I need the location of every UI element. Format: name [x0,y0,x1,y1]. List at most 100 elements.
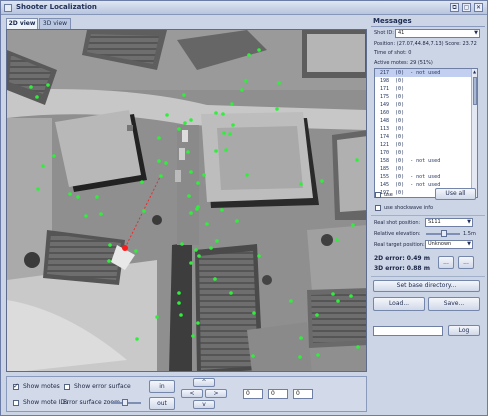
mote-marker[interactable] [84,214,88,218]
list-item[interactable]: 198 (0) [375,77,477,85]
mote-marker[interactable] [29,85,33,89]
mote-marker[interactable] [335,238,339,242]
mote-marker[interactable] [257,254,261,258]
list-item[interactable]: 175 (0) [375,93,477,101]
mote-marker[interactable] [209,246,213,250]
mote-marker[interactable] [95,195,99,199]
mote-marker[interactable] [142,209,146,213]
aerial-map[interactable] [7,30,367,372]
mote-marker[interactable] [231,123,235,127]
mote-list-scrollbar[interactable]: ▲ ▼ [471,69,477,197]
mote-marker[interactable] [189,261,193,265]
mote-marker[interactable] [189,211,193,215]
mote-marker[interactable] [41,164,45,168]
mote-marker[interactable] [289,299,293,303]
mote-marker[interactable] [315,313,319,317]
mote-marker[interactable] [197,254,201,258]
mote-marker[interactable] [299,336,303,340]
mote-marker[interactable] [177,291,181,295]
mote-marker[interactable] [221,112,225,116]
list-item[interactable]: 148 (0) [375,117,477,125]
mote-marker[interactable] [157,136,161,140]
list-item[interactable]: 149 (0) [375,101,477,109]
mote-marker[interactable] [135,337,139,341]
mote-marker[interactable] [177,301,181,305]
mote-marker[interactable] [351,223,355,227]
mote-marker[interactable] [177,127,181,131]
use-shockwave-checkbox[interactable] [375,205,381,211]
mote-marker[interactable] [299,182,303,186]
mote-marker[interactable] [202,173,206,177]
mote-marker[interactable] [316,353,320,357]
mote-marker[interactable] [257,48,261,52]
mote-marker[interactable] [182,93,186,97]
mote-marker[interactable] [331,292,335,296]
pan-left-button[interactable]: < [181,389,203,398]
mote-marker[interactable] [252,311,256,315]
mote-marker[interactable] [224,148,228,152]
save-button[interactable]: Save... [428,297,480,311]
list-item[interactable]: 170 (0) [375,149,477,157]
show-mote-ids-checkbox[interactable] [13,400,19,406]
mote-marker[interactable] [222,131,226,135]
zoom-in-button[interactable]: in [149,380,175,393]
mote-marker[interactable] [36,187,40,191]
use-checkbox[interactable] [375,192,381,198]
maximize-button[interactable]: ▢ [462,3,471,12]
shooter-marker[interactable] [122,245,128,251]
mote-marker[interactable] [134,249,138,253]
log-input[interactable] [373,326,443,336]
show-error-surface-checkbox[interactable] [64,384,70,390]
mote-marker[interactable] [214,111,218,115]
mote-marker[interactable] [277,81,281,85]
shot-id-select[interactable]: 41 ▼ [395,29,480,38]
mote-marker[interactable] [235,219,239,223]
mote-marker[interactable] [320,179,324,183]
pan-up-button[interactable]: ^ [193,378,215,387]
error-action-button-1[interactable]: ... [438,256,454,269]
tab-2d-view[interactable]: 2D view [6,18,38,29]
zoom-out-button[interactable]: out [149,397,175,410]
mote-marker[interactable] [164,161,168,165]
mote-marker[interactable] [215,239,219,243]
mote-marker[interactable] [189,170,193,174]
mote-marker[interactable] [244,79,248,83]
mote-marker[interactable] [196,321,200,325]
mote-marker[interactable] [230,102,234,106]
relative-elevation-knob[interactable] [441,230,447,237]
mote-marker[interactable] [140,180,144,184]
mote-marker[interactable] [183,121,187,125]
mote-marker[interactable] [245,173,249,177]
mote-marker[interactable] [179,313,183,317]
mote-marker[interactable] [68,192,72,196]
mote-marker[interactable] [336,299,340,303]
mote-marker[interactable] [355,158,359,162]
mote-list[interactable]: 217 (0) - not used 198 (0) 171 (0) 175 (0) 1… [374,68,478,198]
coord-y-field[interactable]: 0 [268,389,288,399]
list-item[interactable]: 171 (0) [375,85,477,93]
mote-marker[interactable] [107,259,111,263]
show-motes-checkbox[interactable] [13,382,19,390]
mote-marker[interactable] [157,159,161,163]
log-button[interactable]: Log [448,325,480,336]
mote-marker[interactable] [240,88,244,92]
scroll-thumb[interactable] [473,77,477,105]
mote-marker[interactable] [186,150,190,154]
coord-z-field[interactable]: 0 [293,389,313,399]
mote-marker[interactable] [46,83,50,87]
mote-marker[interactable] [275,107,279,111]
mote-marker[interactable] [194,248,198,252]
mote-marker[interactable] [196,181,200,185]
mote-marker[interactable] [52,154,56,158]
close-button[interactable]: ✕ [474,3,483,12]
mote-marker[interactable] [220,208,224,212]
mote-marker[interactable] [229,291,233,295]
set-base-directory-button[interactable]: Set base directory... [373,280,480,292]
load-button[interactable]: Load... [373,297,425,311]
mote-marker[interactable] [187,194,191,198]
real-target-select[interactable]: Unknown ▼ [425,240,473,249]
list-item[interactable]: 185 (0) [375,165,477,173]
mote-marker[interactable] [214,149,218,153]
list-item[interactable]: 113 (0) [375,125,477,133]
mote-marker[interactable] [205,222,209,226]
